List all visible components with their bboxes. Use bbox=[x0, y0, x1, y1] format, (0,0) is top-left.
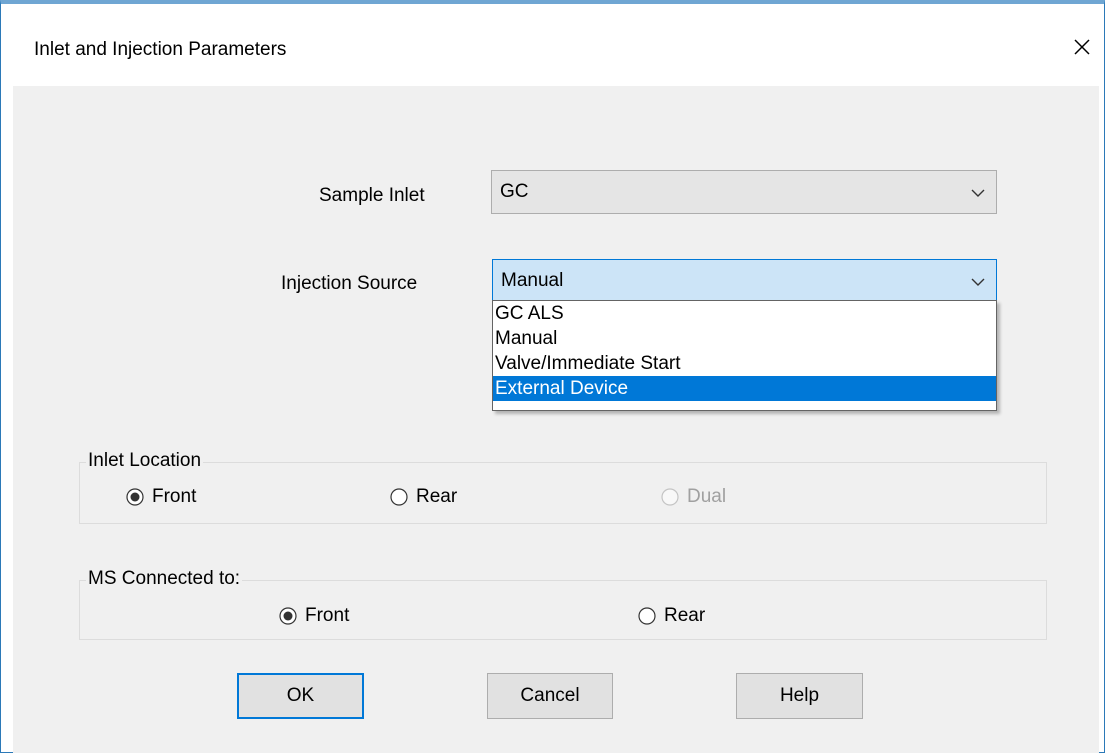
inlet-location-dual-label: Dual bbox=[687, 486, 727, 507]
ok-button[interactable]: OK bbox=[237, 673, 364, 719]
inlet-location-front-label: Front bbox=[152, 486, 197, 507]
ms-connected-rear-label: Rear bbox=[664, 605, 706, 626]
ms-connected-front-label: Front bbox=[305, 605, 350, 626]
injection-source-value: Manual bbox=[501, 270, 564, 291]
dropdown-option-valve-immediate-start[interactable]: Valve/Immediate Start bbox=[493, 351, 996, 376]
title-bar[interactable]: Inlet and Injection Parameters bbox=[1, 4, 1104, 86]
dialog-title: Inlet and Injection Parameters bbox=[34, 39, 287, 60]
inlet-location-group: Inlet Location bbox=[79, 450, 1047, 524]
dropdown-option-gc-als[interactable]: GC ALS bbox=[493, 301, 996, 326]
injection-source-label: Injection Source bbox=[281, 273, 418, 294]
dialog-body: Sample Inlet GC Injection Source Manual … bbox=[13, 86, 1099, 753]
dropdown-option-external-device[interactable]: External Device bbox=[493, 376, 996, 401]
radio-checked-icon bbox=[126, 488, 144, 506]
radio-disabled-icon bbox=[661, 488, 679, 506]
inlet-location-rear-label: Rear bbox=[416, 486, 458, 507]
dialog-window: Inlet and Injection Parameters Sample In… bbox=[0, 0, 1105, 753]
inlet-location-rear-radio[interactable]: Rear bbox=[390, 486, 457, 508]
dropdown-option-manual[interactable]: Manual bbox=[493, 326, 996, 351]
radio-checked-icon bbox=[279, 607, 297, 625]
ms-connected-rear-radio[interactable]: Rear bbox=[638, 605, 705, 627]
sample-inlet-value: GC bbox=[500, 181, 529, 202]
help-button[interactable]: Help bbox=[736, 673, 863, 719]
injection-source-combobox[interactable]: Manual bbox=[492, 259, 997, 303]
inlet-location-dual-radio: Dual bbox=[661, 486, 726, 508]
chevron-down-icon bbox=[970, 185, 986, 201]
sample-inlet-label: Sample Inlet bbox=[319, 185, 425, 206]
ms-connected-front-radio[interactable]: Front bbox=[279, 605, 349, 627]
ms-connected-legend: MS Connected to: bbox=[86, 568, 243, 590]
injection-source-dropdown-list: GC ALS Manual Valve/Immediate Start Exte… bbox=[492, 300, 997, 411]
sample-inlet-combobox[interactable]: GC bbox=[491, 170, 997, 214]
inlet-location-front-radio[interactable]: Front bbox=[126, 486, 196, 508]
cancel-button[interactable]: Cancel bbox=[487, 673, 613, 719]
ms-connected-group: MS Connected to: bbox=[79, 568, 1047, 640]
chevron-down-icon bbox=[970, 274, 986, 290]
inlet-location-legend: Inlet Location bbox=[86, 450, 204, 472]
close-icon[interactable] bbox=[1067, 32, 1097, 62]
radio-unchecked-icon bbox=[638, 607, 656, 625]
radio-unchecked-icon bbox=[390, 488, 408, 506]
